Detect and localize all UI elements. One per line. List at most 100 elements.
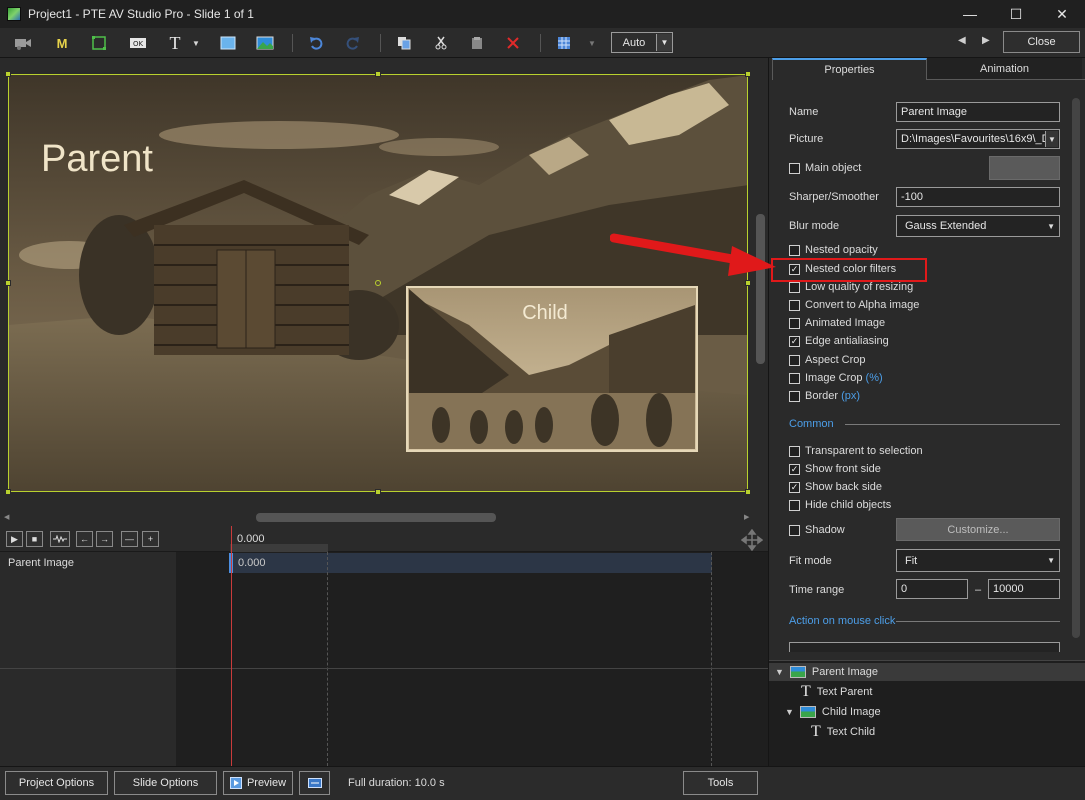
copy-icon[interactable] [394, 33, 414, 53]
tree-item-text-parent[interactable]: T Text Parent [801, 683, 872, 701]
text-icon[interactable]: T [166, 33, 184, 53]
name-field[interactable]: Parent Image [896, 102, 1060, 122]
next-slide-icon[interactable]: ▶ [982, 35, 990, 46]
maximize-button[interactable]: ☐ [993, 0, 1039, 28]
minimize-button[interactable]: — [947, 0, 993, 28]
window-close-button[interactable]: ✕ [1039, 0, 1085, 28]
parent-text[interactable]: Parent [41, 138, 153, 180]
play-icon[interactable]: ▶ [6, 531, 23, 547]
hide-child-checkbox[interactable]: Hide child objects [789, 497, 891, 513]
checkbox-box[interactable] [789, 317, 800, 329]
checkbox-box[interactable] [789, 299, 800, 311]
checkbox-box[interactable] [789, 372, 800, 384]
delete-icon[interactable] [503, 33, 523, 53]
checkbox-box[interactable] [789, 445, 800, 457]
child-image[interactable]: Child [406, 286, 698, 452]
ok-icon[interactable]: OK [127, 33, 149, 53]
paste-icon[interactable] [467, 33, 487, 53]
grid-icon[interactable] [554, 33, 574, 53]
main-object-button[interactable] [989, 156, 1060, 180]
rotation-center[interactable] [375, 280, 381, 286]
playhead[interactable] [231, 526, 232, 766]
publish-button[interactable] [299, 771, 330, 795]
checkmark-icon[interactable]: ✓ [789, 463, 800, 475]
image-icon[interactable] [254, 33, 276, 53]
action-select[interactable] [789, 642, 1060, 652]
frame-icon[interactable] [89, 33, 109, 53]
resize-handle[interactable] [5, 280, 11, 286]
resize-handle[interactable] [745, 71, 751, 77]
picture-field[interactable]: D:\Images\Favourites\16x9\_D: ▼ [896, 129, 1060, 149]
resize-handle[interactable] [745, 280, 751, 286]
chevron-down-icon[interactable]: ▼ [775, 667, 784, 677]
sharper-field[interactable]: -100 [896, 187, 1060, 207]
checkbox-box[interactable] [789, 390, 800, 402]
rectangle-icon[interactable] [218, 33, 238, 53]
border-checkbox[interactable]: Border (px) [789, 388, 860, 404]
tab-properties[interactable]: Properties [772, 58, 927, 80]
checkmark-icon[interactable]: ✓ [789, 335, 800, 347]
tree-item-parent-image[interactable]: ▼ Parent Image [769, 663, 1085, 681]
chevron-down-icon[interactable]: ▼ [785, 707, 794, 717]
show-back-checkbox[interactable]: ✓ Show back side [789, 479, 882, 495]
blur-mode-select[interactable]: Gauss Extended ▼ [896, 215, 1060, 237]
timeline-ruler[interactable] [230, 544, 328, 552]
timeline-track-area[interactable] [176, 552, 768, 766]
camera-icon[interactable] [12, 33, 34, 53]
image-crop-unit[interactable]: (%) [866, 372, 883, 384]
redo-icon[interactable] [343, 33, 363, 53]
resize-handle[interactable] [745, 489, 751, 495]
plus-icon[interactable]: + [142, 531, 159, 547]
horizontal-scrollbar[interactable]: ◀ ▶ [0, 510, 756, 524]
checkbox-box[interactable] [789, 524, 800, 536]
cut-icon[interactable] [431, 33, 451, 53]
scroll-left-icon[interactable]: ◀ [4, 513, 9, 521]
resize-handle[interactable] [5, 489, 11, 495]
transparent-selection-checkbox[interactable]: Transparent to selection [789, 443, 923, 459]
arrow-right-icon[interactable]: → [96, 531, 113, 547]
low-quality-checkbox[interactable]: Low quality of resizing [789, 279, 913, 295]
arrow-left-icon[interactable]: ← [76, 531, 93, 547]
resize-handle[interactable] [375, 489, 381, 495]
panel-scrollbar[interactable] [1071, 88, 1081, 650]
checkbox-box[interactable] [789, 281, 800, 293]
timeline-row[interactable] [230, 553, 712, 573]
tree-item-text-child[interactable]: T Text Child [811, 723, 875, 741]
grid-dropdown-icon[interactable]: ▼ [586, 33, 598, 53]
border-unit[interactable]: (px) [841, 390, 860, 402]
vertical-scrollbar[interactable] [754, 70, 766, 512]
resize-handle[interactable] [375, 71, 381, 77]
scroll-thumb[interactable] [256, 513, 496, 522]
scroll-right-icon[interactable]: ▶ [744, 513, 749, 521]
zoom-select[interactable]: Auto ▼ [611, 32, 673, 53]
checkbox-box[interactable] [789, 499, 800, 511]
aspect-crop-checkbox[interactable]: Aspect Crop [789, 352, 866, 368]
timeline-row-label[interactable]: Parent Image [8, 557, 74, 569]
preview-button[interactable]: Preview [223, 771, 293, 795]
main-object-checkbox[interactable]: Main object [789, 160, 861, 176]
child-text[interactable]: Child [522, 302, 568, 324]
nested-opacity-checkbox[interactable]: Nested opacity [789, 242, 878, 258]
stop-icon[interactable]: ■ [26, 531, 43, 547]
project-options-button[interactable]: Project Options [5, 771, 108, 795]
close-button[interactable]: Close [1003, 31, 1080, 53]
resize-handle[interactable] [5, 71, 11, 77]
undo-icon[interactable] [306, 33, 326, 53]
text-dropdown-icon[interactable]: ▼ [191, 33, 201, 53]
customize-button[interactable]: Customize... [896, 518, 1060, 541]
checkbox-box[interactable] [789, 162, 800, 174]
chevron-down-icon[interactable]: ▼ [1045, 131, 1058, 147]
convert-alpha-checkbox[interactable]: Convert to Alpha image [789, 297, 919, 313]
checkmark-icon[interactable]: ✓ [789, 481, 800, 493]
time-range-end[interactable]: 10000 [988, 579, 1060, 599]
tab-animation[interactable]: Animation [927, 58, 1082, 80]
edge-antialiasing-checkbox[interactable]: ✓ Edge antialiasing [789, 333, 889, 349]
checkbox-box[interactable] [789, 354, 800, 366]
animated-image-checkbox[interactable]: Animated Image [789, 315, 885, 331]
move-icon[interactable] [740, 528, 764, 552]
fit-mode-select[interactable]: Fit ▼ [896, 549, 1060, 572]
slide-options-button[interactable]: Slide Options [114, 771, 217, 795]
show-front-checkbox[interactable]: ✓ Show front side [789, 461, 881, 477]
shadow-checkbox[interactable]: Shadow [789, 522, 845, 538]
tree-item-child-image[interactable]: ▼ Child Image [785, 703, 881, 721]
